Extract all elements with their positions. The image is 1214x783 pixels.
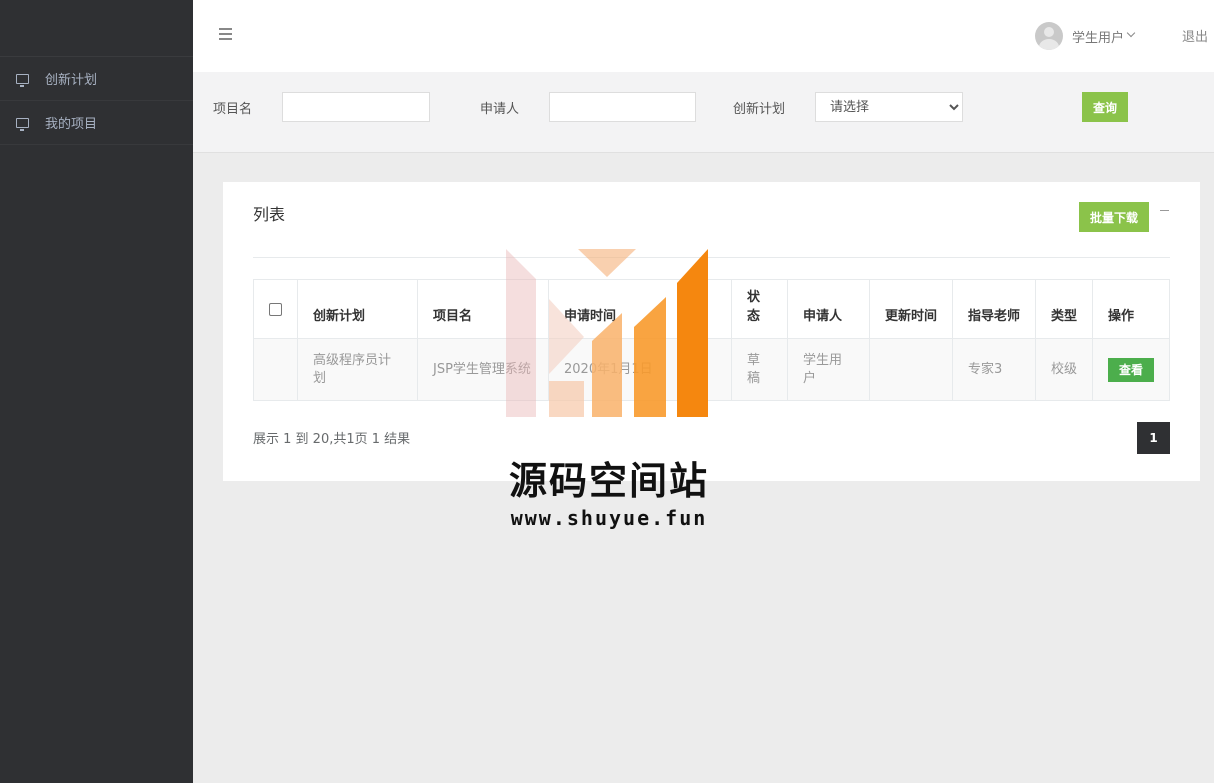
plan-label: 创新计划: [733, 102, 786, 117]
cell-update-time: [869, 338, 953, 401]
sidebar: 创新计划 我的项目: [0, 0, 193, 783]
search-bar: 项目名 申请人 创新计划 请选择 查询: [193, 72, 1214, 153]
cell-action: 查看: [1092, 338, 1170, 401]
batch-download-button[interactable]: 批量下载: [1079, 202, 1149, 232]
column-header: 操作: [1092, 279, 1170, 339]
project-name-input[interactable]: [282, 92, 430, 122]
sidebar-item-my-projects[interactable]: 我的项目: [0, 101, 193, 145]
sidebar-item-label: 我的项目: [45, 117, 98, 132]
avatar: [1035, 22, 1063, 50]
sidebar-header: [0, 0, 193, 57]
cell-teacher: 专家3: [952, 338, 1036, 401]
column-header[interactable]: 更新时间: [869, 279, 953, 339]
view-button[interactable]: 查看: [1108, 357, 1154, 382]
cell-applicant: 学生用户: [787, 338, 870, 401]
monitor-icon: [16, 117, 29, 131]
select-all-checkbox[interactable]: [269, 303, 282, 316]
column-header[interactable]: 类型: [1035, 279, 1093, 339]
cell-type: 校级: [1035, 338, 1093, 401]
row-select-cell: [253, 338, 298, 401]
search-button[interactable]: 查询: [1082, 92, 1128, 122]
plan-select[interactable]: 请选择: [815, 92, 963, 122]
panel-title: 列表: [253, 205, 286, 224]
select-all-header: [253, 279, 298, 339]
project-name-label: 项目名: [213, 102, 253, 117]
monitor-icon: [16, 73, 29, 87]
user-name: 学生用户: [1072, 30, 1125, 46]
top-navbar: 学生用户 退出: [193, 0, 1214, 72]
column-header[interactable]: 申请人: [787, 279, 870, 339]
hamburger-icon[interactable]: [219, 28, 232, 40]
column-header[interactable]: 指导老师: [952, 279, 1036, 339]
collapse-icon[interactable]: [1160, 210, 1169, 211]
cell-status: 草稿: [731, 338, 788, 401]
logout-link[interactable]: 退出: [1182, 26, 1208, 45]
sidebar-item-label: 创新计划: [45, 73, 98, 88]
pagination-info: 展示 1 到 20,共1页 1 结果: [253, 432, 411, 447]
sidebar-item-innovation-plan[interactable]: 创新计划: [0, 57, 193, 101]
page-button[interactable]: 1: [1137, 422, 1170, 454]
user-menu[interactable]: 学生用户: [1035, 22, 1136, 50]
column-header[interactable]: 状态: [731, 279, 788, 339]
applicant-input[interactable]: [549, 92, 696, 122]
column-header[interactable]: 创新计划: [297, 279, 418, 339]
watermark-url: www.shuyue.fun: [510, 506, 708, 530]
applicant-label: 申请人: [480, 102, 520, 117]
watermark-text: 源码空间站: [508, 459, 709, 503]
chevron-down-icon: [1126, 28, 1136, 38]
cell-plan: 高级程序员计划: [297, 338, 418, 401]
